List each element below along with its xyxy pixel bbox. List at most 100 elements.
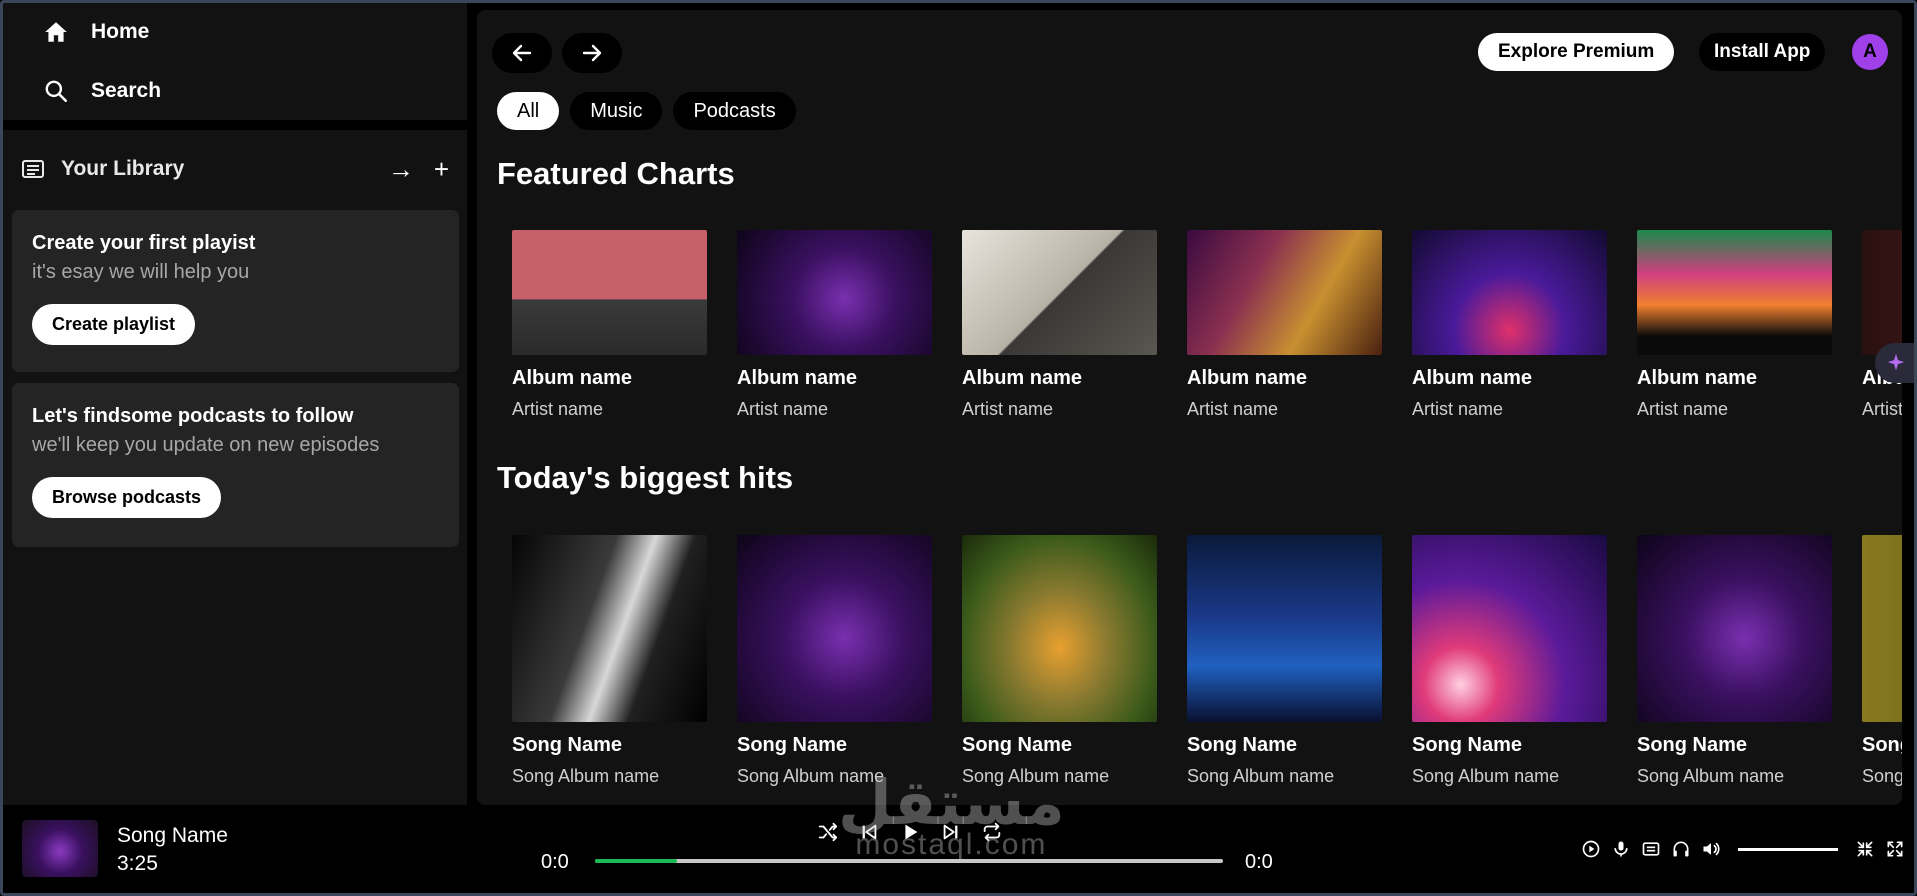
home-icon — [45, 22, 67, 42]
card-text: it's esay we will help you — [32, 261, 250, 283]
progress-bar[interactable] — [595, 859, 1223, 863]
progress-fill — [595, 859, 677, 863]
arrow-right-icon[interactable]: → — [388, 156, 414, 182]
album-card[interactable]: Album name Artist name — [1412, 230, 1607, 420]
song-card[interactable]: Song Name Song Album name — [512, 535, 707, 787]
playback-controls — [816, 820, 1004, 844]
search-icon — [45, 80, 68, 103]
chip-music[interactable]: Music — [570, 92, 663, 130]
song-card[interactable]: Song Name Song Album name — [1862, 535, 1902, 787]
album-card[interactable]: Album name Artist name — [962, 230, 1157, 420]
album-cover — [737, 230, 932, 355]
album-title: Album name — [1187, 367, 1308, 389]
song-album: Song Album name — [512, 766, 660, 786]
extra-controls — [1580, 838, 1906, 860]
song-title: Song Name — [1637, 734, 1748, 756]
album-card[interactable]: Album name Artist name — [512, 230, 707, 420]
sparkle-icon — [1887, 353, 1905, 371]
filter-chips: All Music Podcasts — [497, 92, 796, 130]
back-button[interactable] — [492, 33, 552, 73]
chip-all[interactable]: All — [497, 92, 560, 130]
library-button[interactable]: Your Library — [21, 157, 184, 181]
main-content: Explore Premium Install App A All Music … — [477, 10, 1902, 805]
song-card[interactable]: Song Name Song Album name — [1637, 535, 1832, 787]
next-icon[interactable] — [939, 820, 963, 844]
song-cover — [1862, 535, 1902, 722]
song-cover — [1412, 535, 1607, 722]
create-playlist-button[interactable]: Create playlist — [32, 304, 196, 345]
album-title: Album name — [1637, 367, 1758, 389]
install-app-button[interactable]: Install App — [1699, 33, 1826, 71]
card-text: we'll keep you update on new episodes — [32, 434, 380, 456]
volume-fill — [1738, 847, 1838, 851]
shuffle-icon[interactable] — [816, 820, 840, 844]
play-icon[interactable] — [898, 820, 922, 844]
arrow-left-icon — [512, 44, 532, 62]
song-album: Song Album name — [737, 766, 885, 786]
mini-player-icon[interactable] — [1854, 838, 1876, 860]
song-card[interactable]: Song Name Song Album name — [1187, 535, 1382, 787]
forward-button[interactable] — [562, 33, 622, 73]
explore-premium-button[interactable]: Explore Premium — [1478, 33, 1675, 71]
song-title: Song Name — [1412, 734, 1523, 756]
album-cover — [1412, 230, 1607, 355]
nav-search[interactable]: Search — [43, 78, 161, 104]
assistant-tab[interactable] — [1875, 343, 1917, 383]
podcasts-card: Let's findsome podcasts to follow we'll … — [12, 383, 459, 547]
library-header: Your Library → + — [21, 154, 449, 184]
now-playing-title: Song Name — [117, 824, 228, 847]
nav-home[interactable]: Home — [43, 19, 149, 45]
song-card[interactable]: Song Name Song Album name — [1412, 535, 1607, 787]
album-cover — [962, 230, 1157, 355]
album-cover — [1637, 230, 1832, 355]
album-card[interactable]: Album name Artist name — [737, 230, 932, 420]
song-card[interactable]: Song Name Song Album name — [737, 535, 932, 787]
song-title: Song Name — [962, 734, 1073, 756]
song-cover — [512, 535, 707, 722]
plus-icon[interactable]: + — [434, 156, 449, 182]
fullscreen-icon[interactable] — [1884, 838, 1906, 860]
now-playing-cover[interactable] — [22, 820, 98, 877]
previous-icon[interactable] — [857, 820, 881, 844]
repeat-icon[interactable] — [980, 820, 1004, 844]
section-title: Featured Charts — [497, 156, 735, 191]
queue-icon[interactable] — [1640, 838, 1662, 860]
now-playing-view-icon[interactable] — [1580, 838, 1602, 860]
now-playing-duration: 3:25 — [117, 852, 158, 875]
card-title: Let's findsome podcasts to follow — [32, 405, 354, 427]
current-time: 0:0 — [541, 851, 569, 873]
headphones-icon[interactable] — [1670, 838, 1692, 860]
song-card[interactable]: Song Name Song Album name — [962, 535, 1157, 787]
song-cover — [737, 535, 932, 722]
song-album: Song Album name — [1862, 766, 1902, 786]
chip-podcasts[interactable]: Podcasts — [673, 92, 796, 130]
song-cover — [1187, 535, 1382, 722]
album-title: Album name — [1412, 367, 1533, 389]
total-time: 0:0 — [1245, 851, 1273, 873]
album-title: Album name — [512, 367, 633, 389]
microphone-icon[interactable] — [1610, 838, 1632, 860]
library-panel: Your Library → + Create your first playi… — [3, 130, 467, 805]
artist-name: Artist name — [1187, 399, 1279, 419]
album-card[interactable]: Album name Artist name — [1862, 230, 1902, 420]
song-album: Song Album name — [1412, 766, 1560, 786]
song-title: Song Name — [737, 734, 848, 756]
avatar[interactable]: A — [1852, 34, 1888, 70]
album-cover — [1187, 230, 1382, 355]
browse-podcasts-button[interactable]: Browse podcasts — [32, 477, 222, 518]
volume-slider[interactable] — [1738, 847, 1838, 851]
album-card[interactable]: Album name Artist name — [1637, 230, 1832, 420]
song-title: Song Name — [1187, 734, 1298, 756]
biggest-hits-row: Song Name Song Album name Song Name Song… — [512, 535, 1902, 787]
song-title: Song Name — [1862, 734, 1902, 756]
song-album: Song Album name — [1637, 766, 1785, 786]
volume-icon[interactable] — [1700, 838, 1722, 860]
album-title: Album name — [737, 367, 858, 389]
song-title: Song Name — [512, 734, 623, 756]
artist-name: Artist name — [1637, 399, 1729, 419]
song-album: Song Album name — [962, 766, 1110, 786]
song-album: Song Album name — [1187, 766, 1335, 786]
album-card[interactable]: Album name Artist name — [1187, 230, 1382, 420]
artist-name: Artist name — [962, 399, 1054, 419]
song-cover — [1637, 535, 1832, 722]
